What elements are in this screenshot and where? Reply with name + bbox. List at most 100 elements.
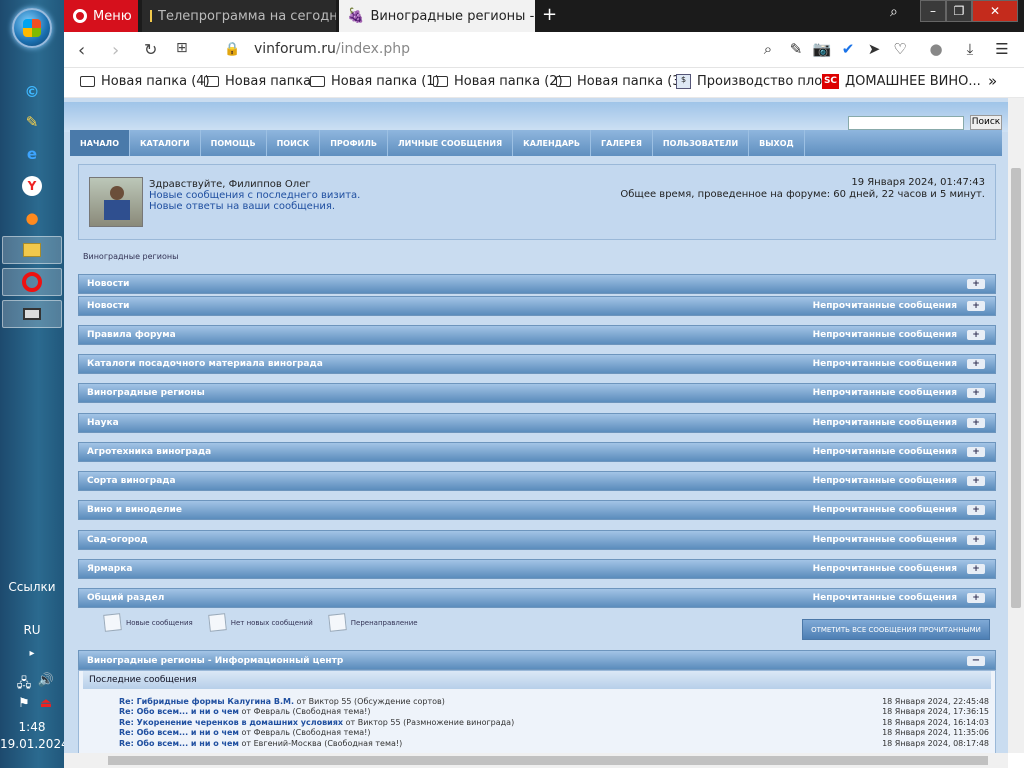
unread-posts-link[interactable]: Непрочитанные сообщения [813, 531, 957, 549]
unread-posts-link[interactable]: Непрочитанные сообщения [813, 501, 957, 519]
bookmark-folder[interactable]: Новая папка (3) [556, 74, 686, 89]
bookmark-link[interactable]: SC ДОМАШНЕЕ ВИНО... [822, 74, 981, 89]
expand-icon[interactable]: + [967, 505, 985, 515]
post-title-link[interactable]: Re: Обо всем... и ни о чем [119, 728, 239, 737]
category-row[interactable]: Сорта винограда Непрочитанные сообщения + [78, 471, 996, 491]
nav-members[interactable]: Пользователи [653, 130, 750, 156]
tab-vinforum[interactable]: 🍇 Виноградные регионы - В ✕ [339, 0, 535, 32]
scroll-thumb[interactable] [108, 756, 988, 765]
category-name[interactable]: Сад-огород [87, 535, 148, 545]
nav-messages[interactable]: Личные сообщения [388, 130, 514, 156]
nav-calendar[interactable]: Календарь [513, 130, 591, 156]
clock-date[interactable]: 19.01.2024 [0, 737, 69, 751]
unread-posts-link[interactable]: Непрочитанные сообщения [813, 560, 957, 578]
url-field[interactable]: vinforum.ru/index.php [254, 41, 410, 57]
post-title-link[interactable]: Re: Обо всем... и ни о чем [119, 739, 239, 748]
heart-icon[interactable]: ♡ [890, 40, 910, 58]
adblock-shield-icon[interactable]: ✔ [838, 40, 858, 58]
post-author-board[interactable]: от Евгений-Москва (Свободная тема!) [239, 739, 403, 748]
opera-taskbar-icon[interactable] [2, 268, 62, 296]
category-row[interactable]: Новости + [78, 274, 996, 294]
category-name[interactable]: Вино и виноделие [87, 505, 182, 515]
expand-icon[interactable]: + [967, 359, 985, 369]
expand-icon[interactable]: + [967, 447, 985, 457]
category-row[interactable]: Общий раздел Непрочитанные сообщения + [78, 588, 996, 608]
tray-expand-icon[interactable]: ▸ [0, 648, 64, 659]
nav-profile[interactable]: Профиль [320, 130, 388, 156]
lock-icon[interactable]: 🔒 [224, 42, 240, 57]
bookmark-link[interactable]: $ Производство пло... [676, 74, 835, 89]
post-title-link[interactable]: Re: Укоренение черенков в домашних услов… [119, 718, 343, 727]
expand-icon[interactable]: + [967, 301, 985, 311]
expand-icon[interactable]: + [967, 388, 985, 398]
category-name[interactable]: Правила форума [87, 330, 176, 340]
category-name[interactable]: Новости [87, 279, 129, 289]
safely-remove-icon[interactable]: ⏏ [36, 696, 56, 714]
page-search-icon[interactable]: ⌕ [758, 40, 778, 58]
post-title-link[interactable]: Re: Обо всем... и ни о чем [119, 707, 239, 716]
category-row[interactable]: Виноградные регионы Непрочитанные сообщен… [78, 383, 996, 403]
new-posts-link[interactable]: Новые сообщения с последнего визита. [149, 190, 360, 201]
forum-search-input[interactable] [848, 116, 964, 130]
category-name[interactable]: Агротехника винограда [87, 447, 211, 457]
unread-posts-link[interactable]: Непрочитанные сообщения [813, 443, 957, 461]
easy-setup-icon[interactable]: ☰ [992, 40, 1012, 58]
category-row[interactable]: Агротехника винограда Непрочитанные сообщ… [78, 442, 996, 462]
category-name[interactable]: Ярмарка [87, 564, 132, 574]
scroll-thumb[interactable] [1011, 168, 1021, 608]
horizontal-scrollbar[interactable] [64, 753, 1008, 768]
bookmark-folder[interactable]: Новая папка (4) [80, 74, 210, 89]
send-icon[interactable]: ➤ [864, 40, 884, 58]
expand-icon[interactable]: + [967, 418, 985, 428]
post-author-board[interactable]: от Виктор 55 (Размножение винограда) [343, 718, 515, 727]
category-row[interactable]: Сад-огород Непрочитанные сообщения + [78, 530, 996, 550]
expand-icon[interactable]: + [967, 535, 985, 545]
breadcrumb[interactable]: Виноградные регионы [83, 252, 178, 261]
category-row[interactable]: Наука Непрочитанные сообщения + [78, 413, 996, 433]
bookmark-folder[interactable]: Новая папка [204, 74, 311, 89]
close-window-icon[interactable]: ✕ [972, 0, 1018, 22]
expand-icon[interactable]: + [967, 330, 985, 340]
network-icon[interactable]: 🖧 [14, 674, 34, 692]
category-name[interactable]: Общий раздел [87, 593, 164, 603]
nav-logout[interactable]: Выход [749, 130, 805, 156]
nav-catalogs[interactable]: Каталоги [130, 130, 201, 156]
maximize-icon[interactable]: ❐ [946, 0, 972, 22]
unread-posts-link[interactable]: Непрочитанные сообщения [813, 384, 957, 402]
nav-home[interactable]: Начало [70, 130, 130, 156]
speed-dial-icon[interactable]: ⊞ [176, 40, 188, 56]
links-toolbar-label[interactable]: Ссылки [0, 580, 64, 594]
profile-icon[interactable]: ● [926, 40, 946, 58]
expand-icon[interactable]: + [967, 593, 985, 603]
expand-icon[interactable]: + [967, 279, 985, 289]
bookmark-folder[interactable]: Новая папка (2) [433, 74, 563, 89]
forward-icon[interactable]: › [112, 40, 119, 61]
mark-all-read-button[interactable]: ОТМЕТИТЬ ВСЕ СООБЩЕНИЯ ПРОЧИТАННЫМИ [802, 619, 990, 640]
back-icon[interactable]: ‹ [78, 40, 85, 61]
bookmark-folder[interactable]: Новая папка (1) [310, 74, 440, 89]
opera-menu-button[interactable]: Меню [64, 0, 138, 32]
file-explorer-icon[interactable] [2, 236, 62, 264]
snapshot-icon[interactable]: 📷 [812, 40, 832, 58]
category-row[interactable]: Вино и виноделие Непрочитанные сообщения + [78, 500, 996, 520]
unread-posts-link[interactable]: Непрочитанные сообщения [813, 355, 957, 373]
category-row[interactable]: Новости Непрочитанные сообщения + [78, 296, 996, 316]
category-name[interactable]: Виноградные регионы [87, 388, 205, 398]
minimize-icon[interactable]: – [920, 0, 946, 22]
avatar[interactable] [89, 177, 143, 227]
forum-search-button[interactable]: Поиск [970, 115, 1002, 130]
firefox-icon[interactable]: ● [16, 204, 48, 232]
yandex-browser-icon[interactable]: Y [16, 172, 48, 200]
new-replies-link[interactable]: Новые ответы на ваши сообщения. [149, 201, 360, 212]
start-button[interactable] [12, 8, 52, 48]
volume-icon[interactable]: 🔊 [36, 673, 56, 691]
ccleaner-icon[interactable]: © [16, 78, 48, 106]
download-icon[interactable]: ⤓ [960, 40, 980, 58]
unread-posts-link[interactable]: Непрочитанные сообщения [813, 326, 957, 344]
more-bookmarks-icon[interactable]: » [988, 72, 997, 90]
unread-posts-link[interactable]: Непрочитанные сообщения [813, 297, 957, 315]
clock-time[interactable]: 1:48 [0, 720, 64, 734]
category-row[interactable]: Ярмарка Непрочитанные сообщения + [78, 559, 996, 579]
action-center-flag-icon[interactable]: ⚑ [14, 696, 34, 714]
collapse-icon[interactable]: − [967, 656, 985, 666]
